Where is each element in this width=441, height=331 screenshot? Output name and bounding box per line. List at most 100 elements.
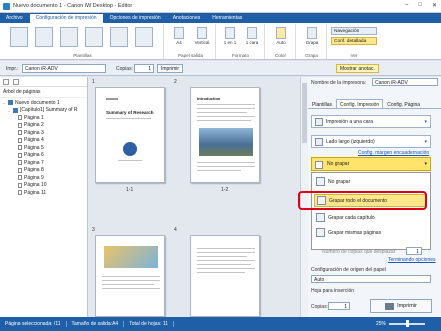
- tree-node-label: Nuevo documento 1: [15, 99, 60, 106]
- minimize-button[interactable]: –: [405, 2, 408, 9]
- detailed-settings-button[interactable]: Conf. detallada: [331, 37, 377, 45]
- print-button[interactable]: Imprimir: [370, 299, 432, 313]
- tab-opciones-impresion[interactable]: Opciones de impresión: [104, 13, 167, 23]
- page-thumbnail[interactable]: [190, 235, 260, 317]
- status-bar: Página seleccionada: /11 Tamaño de salid…: [0, 317, 441, 331]
- show-annotations-button[interactable]: Mostrar anotac.: [336, 64, 379, 73]
- tab-configuracion-impresion[interactable]: Configuración de impresión: [28, 13, 104, 23]
- staple-option-none[interactable]: No grapar: [314, 175, 426, 188]
- ribbon: Plantillas A4 Vertical Papel salida 1 en…: [0, 23, 441, 60]
- copies-input[interactable]: 1: [134, 64, 154, 73]
- tab-herramientas[interactable]: Herramientas: [206, 13, 248, 23]
- logo-icon: [123, 142, 137, 156]
- page-icon: [18, 167, 22, 173]
- zoom-slider-thumb[interactable]: [406, 320, 409, 327]
- group-color: Auto Color: [266, 24, 296, 59]
- photo-image: [199, 128, 253, 156]
- tab-plantillas[interactable]: Plantillas: [308, 99, 336, 108]
- group-label: Formato: [231, 53, 250, 58]
- printer-select[interactable]: Canon iR-ADV: [22, 64, 106, 73]
- layout-icon: [225, 27, 235, 39]
- paper-source-select[interactable]: Auto: [311, 275, 431, 283]
- navigation-button[interactable]: Navegación: [331, 27, 377, 35]
- collapse-icon[interactable]: [13, 79, 19, 85]
- tree-node-label: Página 5: [24, 144, 44, 151]
- tree-node-label: Página 10: [24, 182, 47, 189]
- page-thumbnail[interactable]: Introduction: [190, 87, 260, 183]
- page-icon: [18, 152, 22, 158]
- group-label: Plantillas: [73, 53, 92, 58]
- tree-node[interactable]: Página 10: [3, 182, 84, 190]
- tree-node-label: Página 11: [24, 189, 47, 196]
- page-icon: [18, 137, 22, 143]
- page-label: 1-1: [126, 187, 134, 193]
- template-icon[interactable]: [85, 27, 103, 47]
- tree-node[interactable]: – Nuevo documento 1: [3, 99, 84, 107]
- tree-node[interactable]: Página 5: [3, 144, 84, 152]
- chevron-down-icon: ▾: [424, 138, 427, 145]
- group-formato: 1 en 1 1 cara Formato: [217, 24, 265, 59]
- maximize-button[interactable]: □: [418, 2, 422, 9]
- document-icon: [8, 100, 13, 106]
- template-icon[interactable]: [110, 27, 128, 47]
- page-icon: [18, 182, 22, 188]
- no-staple-icon: [316, 177, 325, 186]
- tab-config-impresion[interactable]: Config. Impresión: [336, 99, 384, 108]
- orientation-button[interactable]: Vertical: [190, 27, 214, 45]
- document-icon: [13, 107, 18, 113]
- title-bar: Nuevo documento 1 - Canon iW Desktop - E…: [0, 0, 441, 13]
- tab-anotaciones[interactable]: Anotaciones: [167, 13, 207, 23]
- copies-input[interactable]: 1: [328, 302, 350, 310]
- color-button[interactable]: Auto: [270, 27, 292, 45]
- paper-size-button[interactable]: A4: [169, 27, 189, 45]
- template-icon[interactable]: [135, 27, 153, 47]
- staple-option-chapter[interactable]: Grapar cada capítulo: [314, 211, 426, 224]
- scroll-thumb[interactable]: [302, 83, 307, 143]
- copies-offset-input[interactable]: 1: [406, 247, 422, 255]
- close-button[interactable]: ✕: [432, 2, 437, 9]
- tree-node[interactable]: Página 6: [3, 152, 84, 160]
- page-icon: [18, 122, 22, 128]
- staple-select[interactable]: No grapar ▾: [311, 157, 431, 171]
- zoom-level: 25%: [375, 321, 386, 327]
- thumbnail-number: 4: [174, 227, 177, 233]
- page-label: 1-2: [221, 187, 229, 193]
- copies-offset-label: Número de copias que desplazar: [322, 249, 396, 255]
- print-mode-select[interactable]: Impresión a una cara ▾: [311, 115, 431, 128]
- printer-name-label: Nombre de la impresora:: [311, 80, 367, 86]
- binding-icon: [315, 137, 323, 146]
- tree-node[interactable]: Página 3: [3, 129, 84, 137]
- template-icon[interactable]: [35, 27, 53, 47]
- tree-node[interactable]: Página 7: [3, 159, 84, 167]
- template-icon[interactable]: [60, 27, 78, 47]
- layout-button[interactable]: 1 en 1: [219, 27, 241, 45]
- tree-node[interactable]: Página 2: [3, 122, 84, 130]
- print-toolbar-button[interactable]: Imprimir: [157, 64, 184, 73]
- app-icon: [3, 2, 10, 10]
- sides-button[interactable]: 1 cara: [241, 27, 263, 45]
- template-icon[interactable]: [10, 27, 28, 47]
- tree-node[interactable]: Página 9: [3, 174, 84, 182]
- thumbnail-number: 2: [174, 79, 177, 85]
- total-sheets-status: Total de hojas: 11: [124, 321, 175, 327]
- staple-button[interactable]: Grapa: [301, 27, 323, 45]
- color-icon: [276, 27, 286, 39]
- tab-archivo[interactable]: Archivo: [0, 13, 29, 23]
- tree-node[interactable]: Página 4: [3, 137, 84, 145]
- binding-select[interactable]: Lado largo (izquierdo) ▾: [311, 135, 431, 148]
- tab-config-pagina[interactable]: Config. Página: [383, 99, 424, 108]
- expand-icon[interactable]: [3, 79, 9, 85]
- binding-margin-link[interactable]: Config. margen encuadernación: [358, 150, 429, 156]
- finishing-options-link[interactable]: Terminando opciones: [388, 257, 436, 263]
- tree-node[interactable]: Página 8: [3, 167, 84, 175]
- tree-node[interactable]: Página 11: [3, 189, 84, 197]
- pane-toolbar: [0, 77, 87, 87]
- paper-source-label: Configuración de origen del papel: [311, 267, 386, 273]
- printer-name-select[interactable]: Canon iR-ADV: [372, 78, 438, 86]
- group-label: Ver: [350, 53, 358, 58]
- staple-option-same-pages[interactable]: Grapar mismas páginas: [314, 226, 426, 239]
- tree-node[interactable]: Página 1: [3, 114, 84, 122]
- page-thumbnail[interactable]: Summary of Research: [95, 87, 165, 183]
- tree-node[interactable]: – [Capítulo1] Summary of R: [3, 107, 84, 115]
- page-thumbnail[interactable]: [95, 235, 165, 317]
